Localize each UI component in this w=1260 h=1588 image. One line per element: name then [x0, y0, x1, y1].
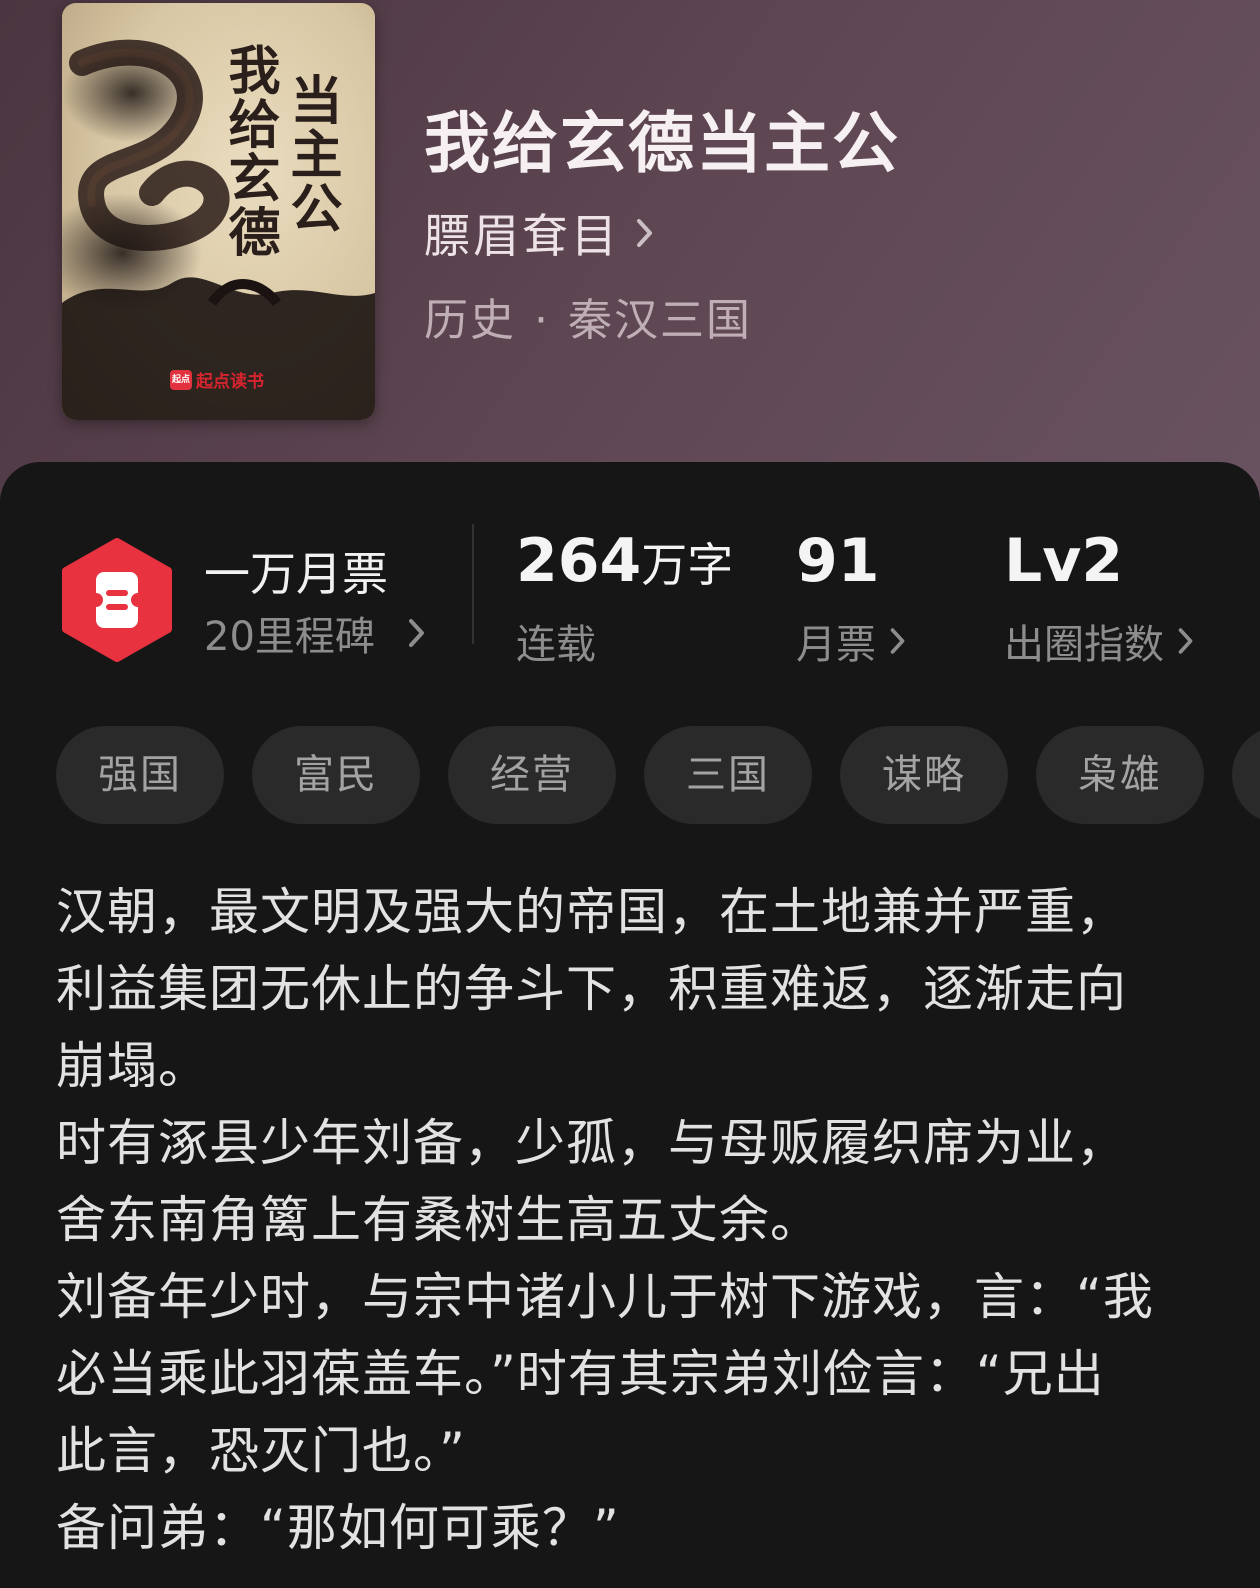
- ticket-hexagon-icon: [62, 538, 172, 662]
- honor-title: 一万月票: [204, 547, 388, 601]
- cover-brand: 起点读书: [196, 372, 264, 392]
- tag-chip[interactable]: 经营: [448, 726, 616, 824]
- honor-milestone[interactable]: 一万月票 20里程碑: [60, 538, 424, 662]
- synopsis-line: 舍东南角篱上有桑树生高五丈余。: [56, 1191, 821, 1249]
- tag-list: 强国 富民 经营 三国 谋略 枭雄: [56, 726, 1260, 826]
- tag-chip[interactable]: 三国: [644, 726, 812, 824]
- genre: 历史: [424, 295, 516, 346]
- tag-chip-partial[interactable]: [1232, 726, 1260, 824]
- tag-chip[interactable]: 枭雄: [1036, 726, 1204, 824]
- popularity-index-value: Lv2: [1004, 526, 1123, 596]
- synopsis-line: 利益集团无休止的争斗下，积重难返，逐渐走向: [56, 960, 1127, 1018]
- popularity-index-level: Lv2: [1004, 526, 1124, 596]
- synopsis-line: 必当乘此羽葆盖车。”时有其宗弟刘俭言：“兄出: [56, 1345, 1105, 1403]
- serial-status: 连载: [516, 612, 596, 670]
- author-link[interactable]: 膘眉耷目: [424, 200, 656, 266]
- synopsis-line: 此言，恐灭门也。”: [56, 1422, 466, 1480]
- book-cover[interactable]: 当主公 我给玄德 起点 起点读书: [62, 3, 375, 420]
- tag-chip[interactable]: 富民: [252, 726, 420, 824]
- monthly-ticket-value: 91: [796, 526, 880, 596]
- cover-title-left: 我给玄德: [219, 43, 280, 259]
- synopsis-line: 汉朝，最文明及强大的帝国，在土地兼并严重，: [56, 883, 1127, 941]
- stats-divider: [472, 524, 474, 644]
- serial-status-label: 连载: [516, 622, 596, 668]
- word-count-value: 264万字: [516, 526, 733, 596]
- word-count-number: 264: [516, 526, 642, 596]
- monthly-ticket-label-row: 月票: [796, 612, 908, 670]
- popularity-index-label: 出圈指数: [1004, 622, 1164, 668]
- cover-title-right: 当主公: [281, 73, 342, 235]
- chevron-right-icon: [1178, 628, 1193, 654]
- synopsis-line: 崩塌。: [56, 1037, 209, 1095]
- monthly-ticket-label: 月票: [796, 622, 876, 668]
- qidian-logo-icon: 起点: [170, 369, 192, 390]
- tag-chip[interactable]: 强国: [56, 726, 224, 824]
- book-title: 我给玄德当主公: [424, 104, 900, 182]
- synopsis[interactable]: 汉朝，最文明及强大的帝国，在土地兼并严重， 利益集团无休止的争斗下，积重难返，逐…: [56, 874, 1206, 1567]
- subgenre: 秦汉三国: [568, 295, 752, 346]
- honor-subtitle: 20里程碑: [204, 614, 375, 660]
- book-category: 历史 · 秦汉三国: [424, 284, 752, 348]
- book-detail-page: 当主公 我给玄德 起点 起点读书 我给玄德当主公 膘眉耷目 历史 · 秦汉三国: [0, 0, 1260, 1588]
- author-name: 膘眉耷目: [424, 209, 620, 263]
- synopsis-line: 时有涿县少年刘备，少孤，与母贩履织席为业，: [56, 1114, 1127, 1172]
- chevron-right-icon: [409, 619, 424, 647]
- tag-chip[interactable]: 谋略: [840, 726, 1008, 824]
- synopsis-line: 刘备年少时，与宗中诸小儿于树下游戏，言：“我: [56, 1268, 1154, 1326]
- chevron-right-icon: [637, 219, 652, 247]
- popularity-index-label-row: 出圈指数: [1004, 612, 1196, 670]
- category-separator: ·: [534, 295, 550, 346]
- word-count-unit: 万字: [641, 538, 734, 592]
- synopsis-line: 备问弟：“那如何可乘？”: [56, 1499, 620, 1557]
- book-info-panel: 一万月票 20里程碑 264万字 连载 91 月票 Lv2 出圈指数 强国 富民…: [0, 462, 1260, 1588]
- cover-publisher-badge: 起点 起点读书: [170, 367, 264, 392]
- monthly-ticket-number: 91: [796, 526, 880, 596]
- chevron-right-icon: [890, 628, 905, 654]
